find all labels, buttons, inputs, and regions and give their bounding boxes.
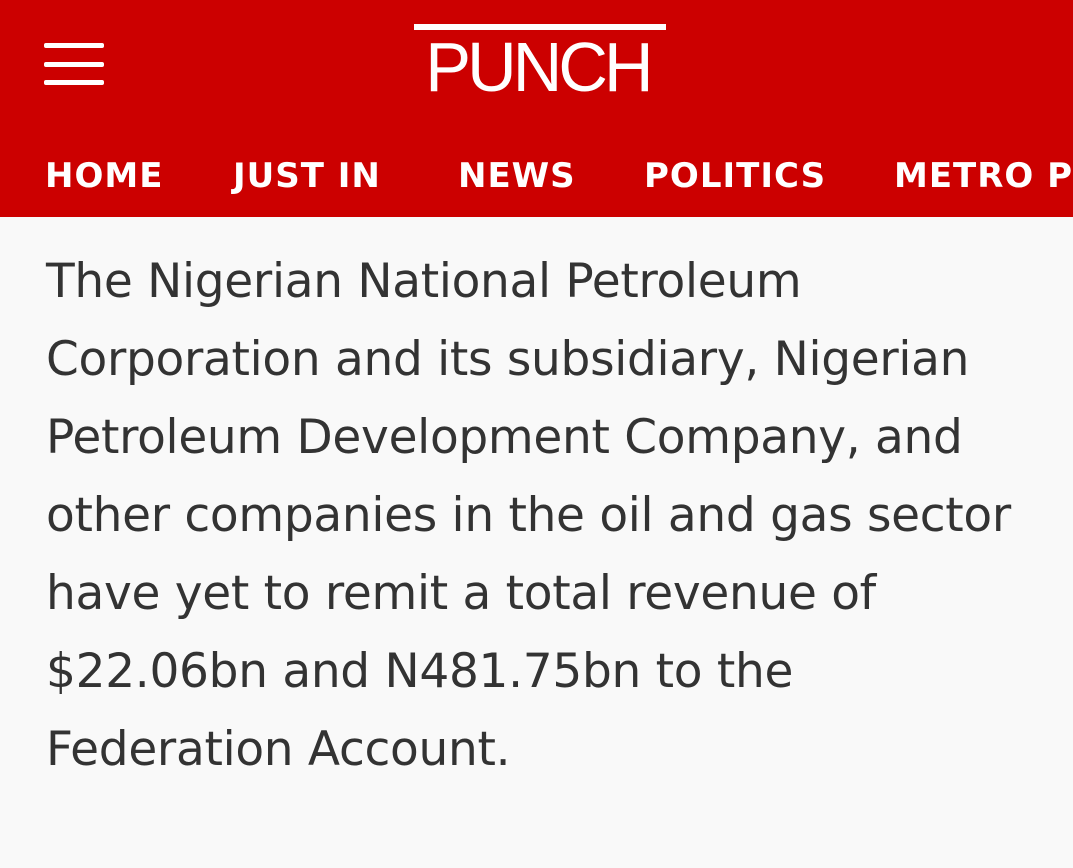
- nav-metro-plus[interactable]: METRO P: [894, 150, 1073, 202]
- nav-news[interactable]: NEWS: [458, 150, 576, 202]
- nav-politics[interactable]: POLITICS: [644, 150, 826, 202]
- punch-logo[interactable]: PUNCH: [414, 24, 666, 102]
- main-navigation: HOME JUST IN NEWS POLITICS METRO P: [0, 150, 1073, 202]
- hamburger-menu-icon[interactable]: [44, 43, 106, 87]
- site-header: PUNCH HOME JUST IN NEWS POLITICS METRO P: [0, 0, 1073, 217]
- logo-text: PUNCH: [425, 28, 653, 106]
- nav-just-in[interactable]: JUST IN: [233, 150, 381, 202]
- article-body: The Nigerian National Petroleum Corporat…: [46, 243, 1036, 789]
- article-paragraph: The Nigerian National Petroleum Corporat…: [46, 254, 1011, 777]
- nav-home[interactable]: HOME: [45, 150, 163, 202]
